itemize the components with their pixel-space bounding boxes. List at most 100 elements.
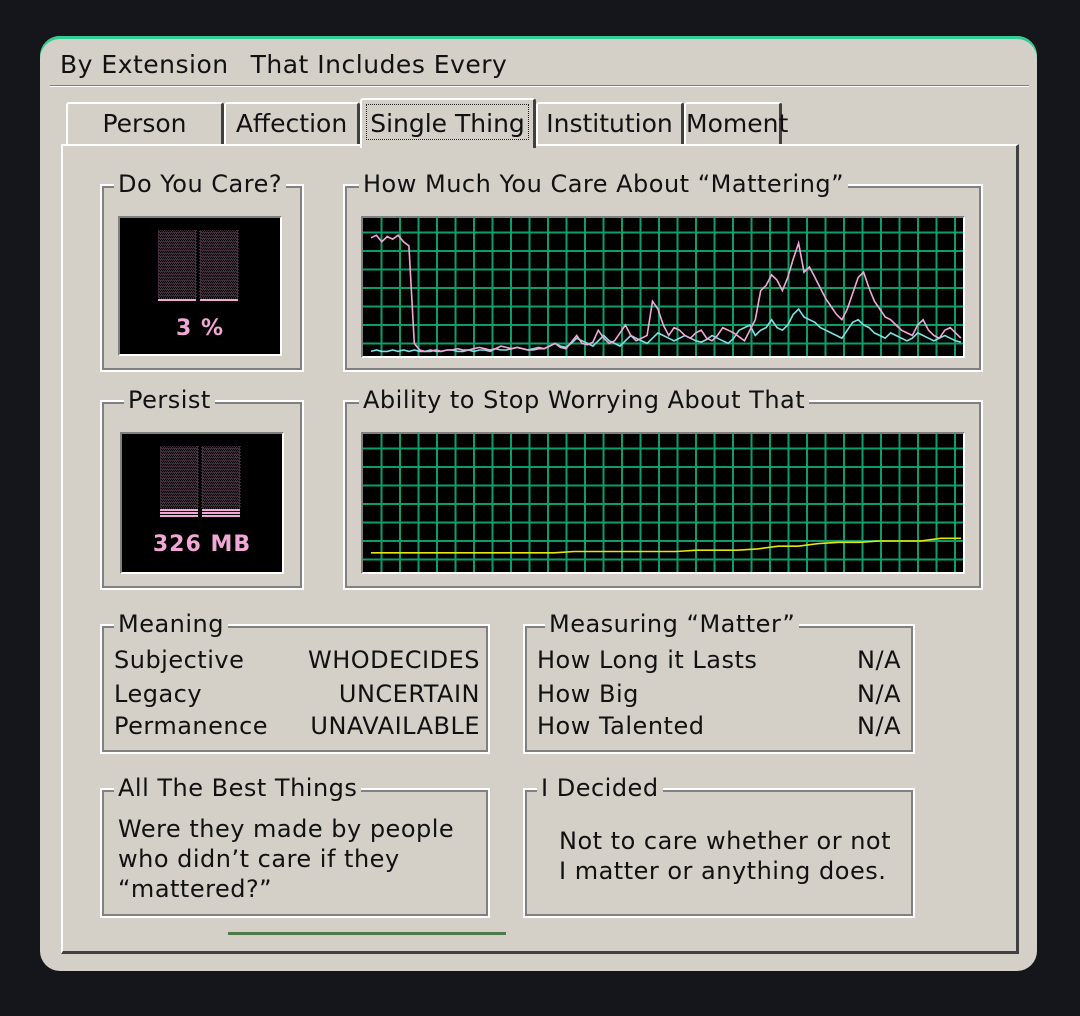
meter-dim-segment	[160, 499, 199, 503]
persist-meter-value: 326 MB	[152, 532, 252, 557]
meter-dim-segment	[158, 280, 197, 284]
meter-lit-segment	[160, 509, 198, 511]
care-meter-display: 3 %	[118, 216, 282, 356]
persist-meter-group: Persist 326 MB	[100, 386, 304, 590]
row-value: UNAVAILABLE	[310, 712, 480, 740]
meaning-row-subjective: Subjective WHODECIDES	[114, 646, 480, 678]
meter-dim-segment	[199, 289, 239, 293]
measuring-row-how-talented: How Talented N/A	[537, 712, 901, 744]
tab-moment[interactable]: Moment	[684, 102, 788, 144]
meter-dim-segment	[158, 292, 197, 296]
menu-item-that-includes-every[interactable]: That Includes Every	[251, 50, 508, 79]
tab-affection[interactable]: Affection	[224, 102, 360, 144]
meter-dim-segment	[160, 451, 199, 455]
meter-dim-segment	[199, 238, 239, 242]
best-things-text: Were they made by people who didn’t care…	[118, 814, 454, 904]
meter-dim-segment	[160, 454, 199, 458]
meter-dim-segment	[199, 235, 239, 239]
row-label: How Big	[537, 680, 639, 708]
meter-lit-segment	[202, 509, 240, 511]
row-value: UNCERTAIN	[338, 680, 480, 708]
tab-person[interactable]: Person	[66, 102, 224, 144]
decided-title: I Decided	[537, 774, 663, 802]
meter-dim-segment	[158, 289, 197, 293]
tab-label: Affection	[235, 109, 348, 138]
persist-meter-bars	[160, 446, 241, 517]
best-things-line: Were they made by people	[118, 815, 455, 843]
row-label: Permanence	[114, 712, 269, 740]
meter-dim-segment	[199, 271, 239, 275]
meter-dim-segment	[158, 238, 197, 242]
meter-dim-segment	[201, 454, 241, 458]
mattering-graph	[361, 216, 965, 358]
meter-dim-segment	[158, 253, 197, 257]
meter-dim-segment	[201, 448, 241, 452]
meter-dim-segment	[201, 463, 241, 467]
meter-dim-segment	[158, 295, 197, 299]
meter-dim-segment	[158, 277, 197, 281]
mattering-graph-group: How Much You Care About “Mattering”	[343, 170, 983, 372]
meter-dim-segment	[199, 253, 239, 257]
meter-dim-segment	[160, 502, 199, 506]
decided-line: I matter or anything does.	[559, 857, 887, 885]
meter-dim-segment	[199, 250, 239, 254]
meter-dim-segment	[199, 292, 239, 296]
meter-dim-segment	[199, 262, 239, 266]
meter-dim-segment	[160, 469, 199, 473]
meter-dim-segment	[158, 247, 197, 251]
meter-dim-segment	[201, 460, 241, 464]
best-things-group: All The Best Things Were they made by pe…	[100, 774, 490, 918]
meter-dim-segment	[158, 256, 197, 260]
decided-line: Not to care whether or not	[559, 827, 892, 855]
meter-dim-segment	[160, 490, 199, 494]
row-value: N/A	[857, 680, 901, 708]
care-meter-bars	[158, 230, 239, 301]
meter-dim-segment	[201, 484, 241, 488]
mattering-graph-svg	[363, 218, 963, 356]
meter-dim-segment	[160, 487, 199, 491]
measuring-group: Measuring “Matter” How Long it Lasts N/A…	[523, 610, 915, 754]
care-meter-value: 3 %	[175, 316, 224, 341]
care-meter-title: Do You Care?	[114, 170, 287, 198]
meter-dim-segment	[160, 505, 199, 509]
meaning-title: Meaning	[114, 610, 229, 638]
meter-lit-segment	[202, 515, 240, 517]
meter-dim-segment	[158, 286, 197, 290]
persist-meter-title: Persist	[124, 386, 215, 414]
meter-dim-segment	[199, 244, 239, 248]
meter-dim-segment	[201, 469, 241, 473]
meter-dim-segment	[160, 484, 199, 488]
row-value: WHODECIDES	[307, 646, 480, 674]
meter-dim-segment	[158, 271, 197, 275]
meter-dim-segment	[158, 268, 197, 272]
tab-label: Person	[102, 109, 187, 138]
tab-institution[interactable]: Institution	[536, 102, 684, 144]
mattering-graph-title: How Much You Care About “Mattering”	[359, 170, 849, 198]
menu-item-by-extension[interactable]: By Extension	[60, 50, 229, 79]
meter-dim-segment	[158, 232, 197, 236]
meter-dim-segment	[201, 457, 241, 461]
meter-dim-segment	[158, 230, 197, 233]
meter-dim-segment	[158, 283, 197, 287]
meter-dim-segment	[160, 463, 199, 467]
meter-lit-segment	[202, 512, 240, 514]
meter-dim-segment	[160, 460, 199, 464]
meaning-row-legacy: Legacy UNCERTAIN	[114, 680, 480, 712]
row-label: Subjective	[114, 646, 245, 674]
care-meter-group: Do You Care? 3 %	[100, 170, 304, 372]
meter-dim-segment	[201, 451, 241, 455]
meter-dim-segment	[199, 232, 239, 236]
series-line-pink	[370, 234, 962, 353]
menu-bar: By Extension That Includes Every	[60, 46, 507, 82]
tab-label: Moment	[686, 109, 789, 138]
meter-dim-segment	[201, 475, 241, 479]
best-things-line: who didn’t care if they	[118, 845, 400, 873]
meter-dim-segment	[199, 230, 239, 233]
best-things-line: “mattered?”	[118, 875, 273, 903]
worry-graph-group: Ability to Stop Worrying About That	[343, 386, 983, 590]
row-label: How Talented	[537, 712, 705, 740]
meaning-group: Meaning Subjective WHODECIDES Legacy UNC…	[100, 610, 490, 754]
row-label: Legacy	[114, 680, 203, 708]
tab-single-thing[interactable]: Single Thing	[360, 98, 536, 148]
decided-group: I Decided Not to care whether or not I m…	[523, 774, 915, 918]
